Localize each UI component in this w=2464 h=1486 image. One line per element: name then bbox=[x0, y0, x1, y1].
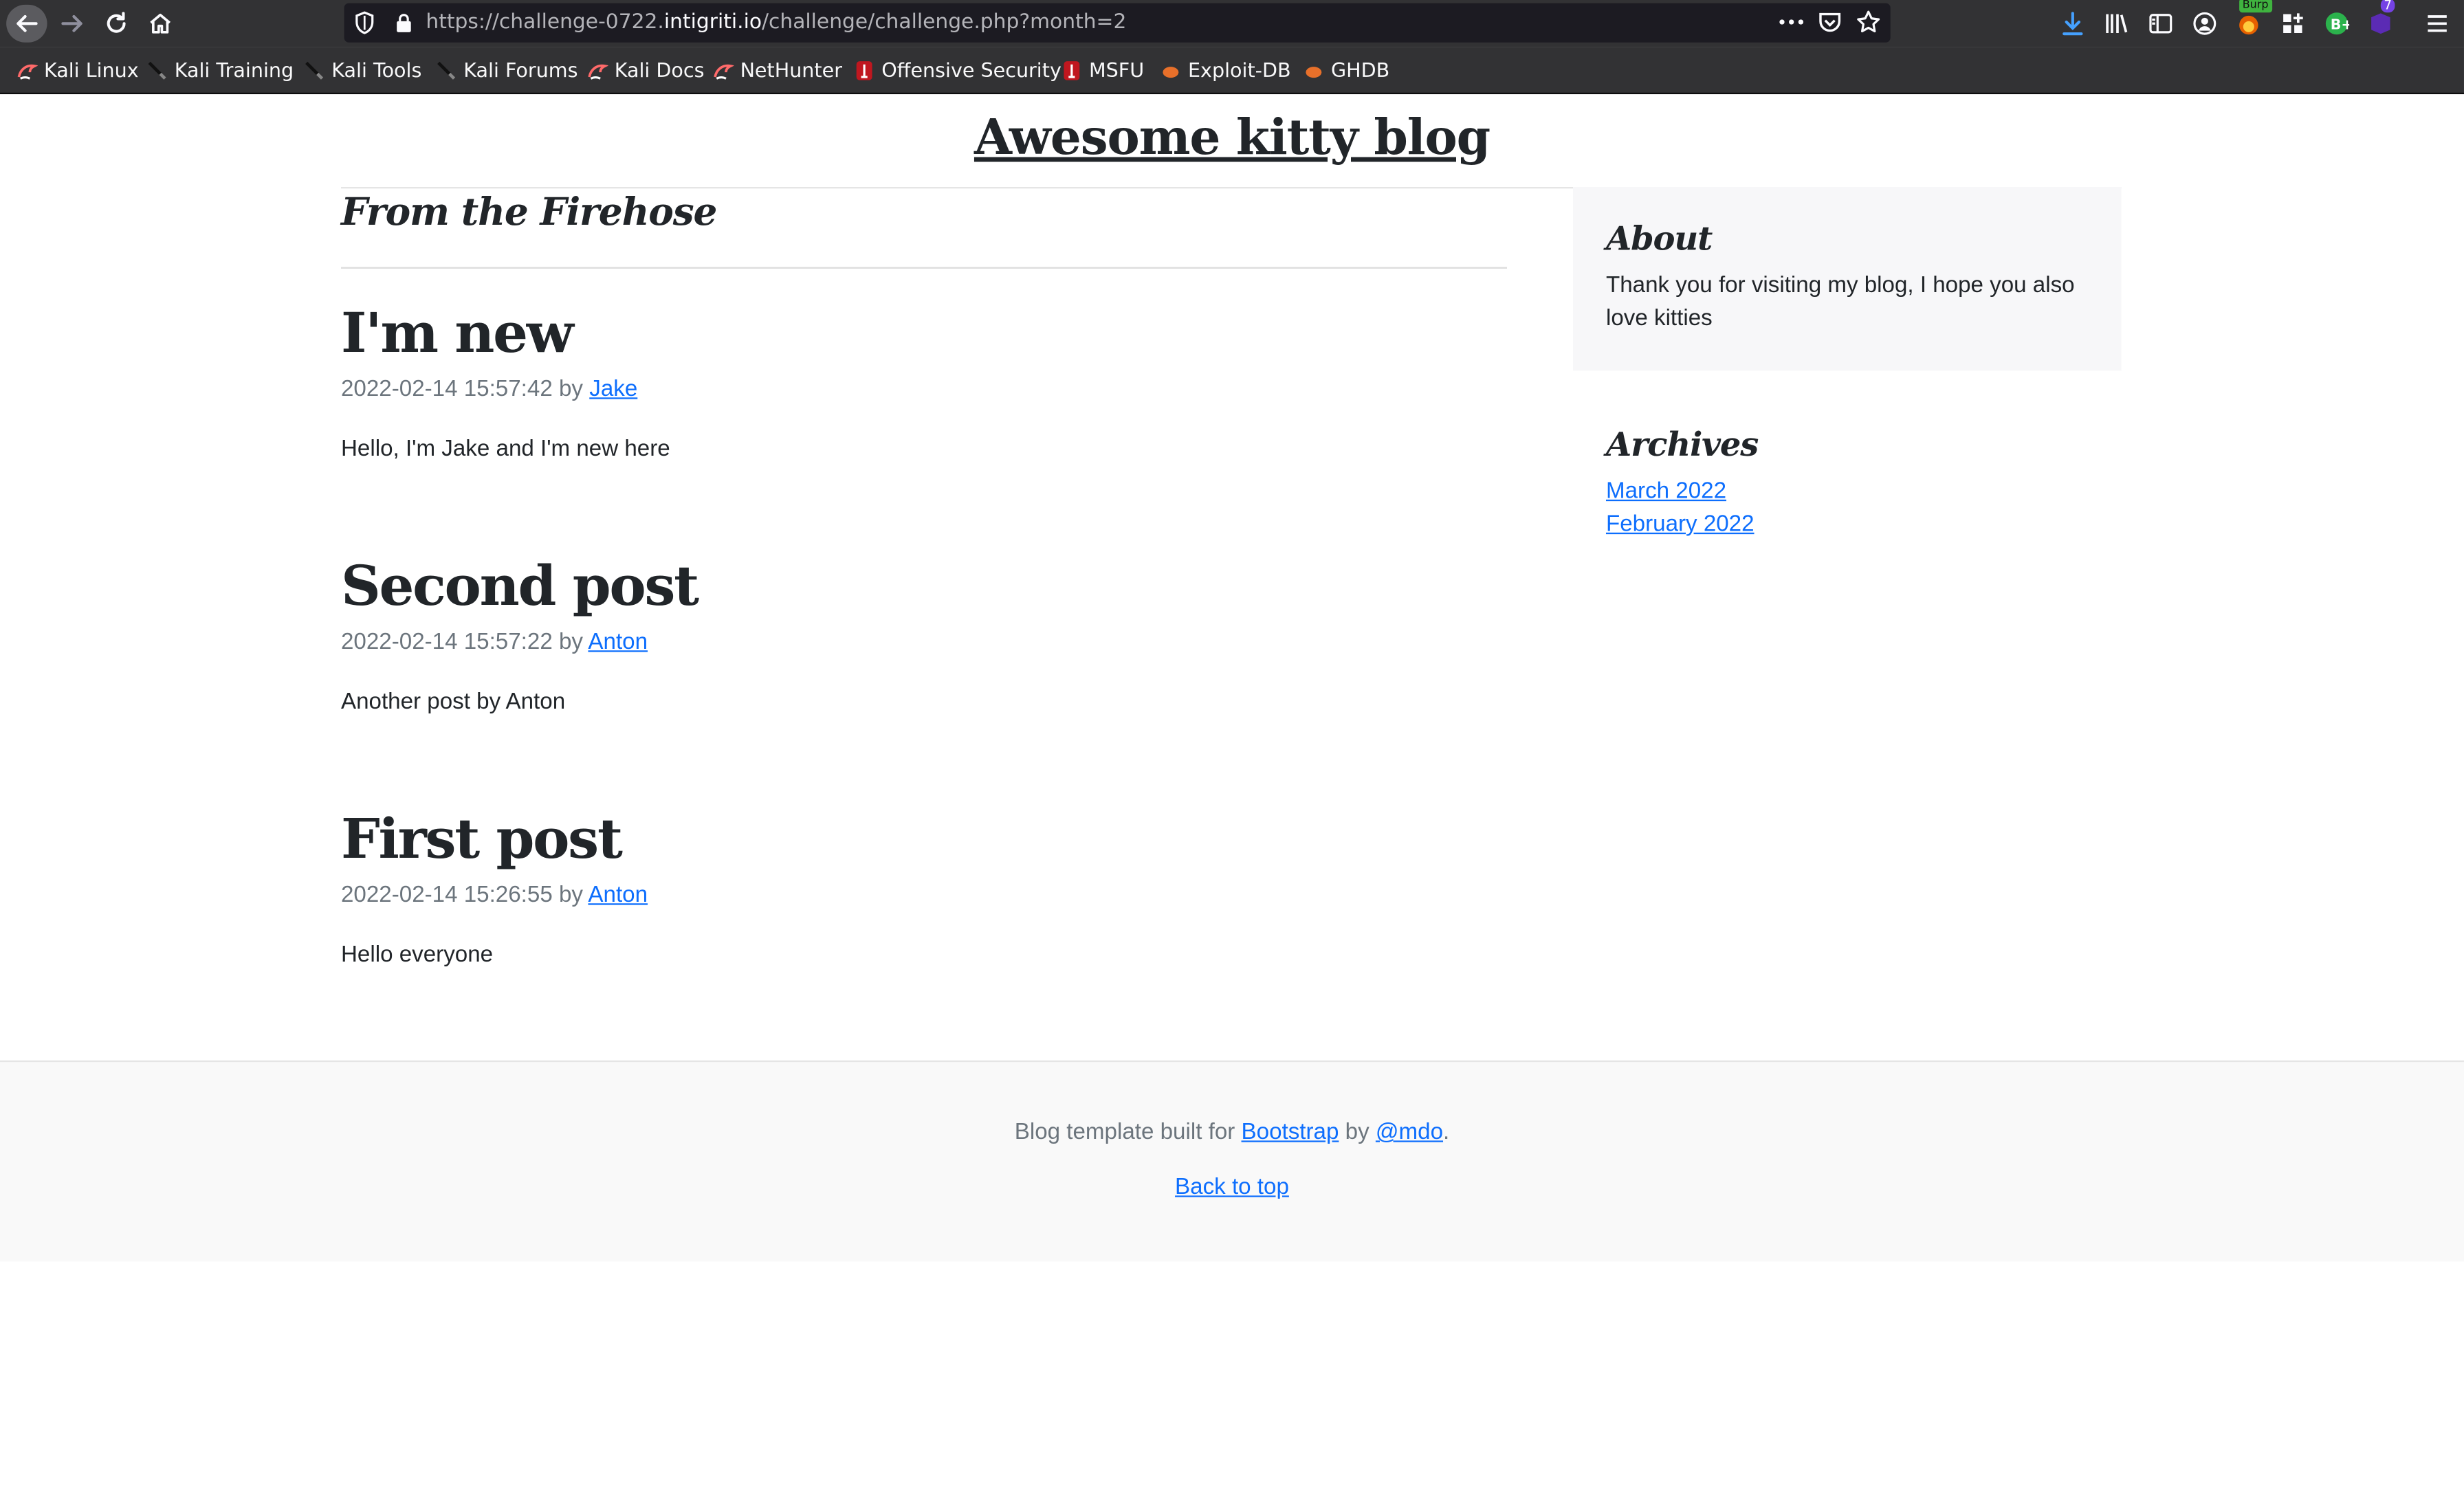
menu-button[interactable] bbox=[2421, 8, 2453, 39]
shield-icon[interactable] bbox=[353, 11, 375, 34]
account-icon bbox=[2193, 12, 2216, 35]
bookmark-exploit-db[interactable]: Exploit-DB bbox=[1160, 47, 1291, 93]
bookmark-kali-training[interactable]: Kali Training bbox=[146, 47, 294, 93]
arrow-left-icon bbox=[16, 14, 38, 32]
kali-dragon-icon bbox=[17, 63, 38, 79]
arrow-right-icon bbox=[61, 14, 82, 32]
burp-badge: Burp bbox=[2239, 0, 2272, 13]
footer-credit: Blog template built for Bootstrap by @md… bbox=[1014, 1120, 1450, 1146]
archives-heading: Archives bbox=[1605, 424, 1759, 464]
downloads-button[interactable] bbox=[2057, 8, 2089, 39]
extensions-grid-icon bbox=[2283, 13, 2303, 33]
sidebar-icon bbox=[2149, 14, 2172, 34]
offsec-icon bbox=[856, 60, 872, 80]
reload-icon bbox=[107, 12, 126, 33]
page-content: Awesome kitty blog From the Firehose I'm… bbox=[0, 94, 2464, 1486]
home-button[interactable] bbox=[140, 5, 180, 43]
post-meta: 2022-02-14 15:57:22 by Anton bbox=[341, 630, 648, 656]
kali-dragon-icon bbox=[714, 63, 734, 79]
post-date: 2022-02-14 15:26:55 bbox=[340, 883, 553, 909]
post-body: Another post by Anton bbox=[340, 689, 566, 715]
more-actions-icon[interactable] bbox=[1779, 17, 1804, 27]
post-body: Hello, I'm Jake and I'm new here bbox=[340, 436, 670, 462]
bookmarks-toolbar: Kali Linux Kali Training Kali Tools Kali… bbox=[0, 47, 2464, 95]
url-text[interactable]: https://challenge-0722.intigriti.io/chal… bbox=[426, 3, 1126, 43]
kali-dragon-icon bbox=[588, 63, 608, 79]
pocket-icon[interactable] bbox=[1818, 11, 1842, 33]
bootstrap-link[interactable]: Bootstrap bbox=[1242, 1120, 1339, 1146]
post-title: Second post bbox=[340, 554, 699, 619]
library-icon bbox=[2106, 14, 2128, 33]
post-title: I'm new bbox=[340, 301, 574, 366]
back-to-top-link[interactable]: Back to top bbox=[1175, 1175, 1289, 1201]
post-by-label: by bbox=[558, 883, 584, 909]
post-author-link[interactable]: Jake bbox=[589, 377, 637, 403]
burp-extension-button[interactable]: Burp bbox=[2233, 0, 2272, 39]
post-title: First post bbox=[340, 807, 623, 872]
bookmark-kali-tools[interactable]: Kali Tools bbox=[303, 47, 421, 93]
bookmark-ghdb[interactable]: GHDB bbox=[1303, 47, 1389, 93]
footer-back-to-top: Back to top bbox=[0, 1175, 2464, 1201]
site-title-link[interactable]: Awesome kitty blog bbox=[0, 110, 2464, 166]
bookmark-offensive-security[interactable]: Offensive Security bbox=[853, 47, 1062, 93]
post-by-label: by bbox=[558, 630, 584, 656]
browser-toolbar: https://challenge-0722.intigriti.io/chal… bbox=[0, 0, 2464, 47]
svg-text:B+: B+ bbox=[2331, 16, 2349, 32]
reload-button[interactable] bbox=[96, 5, 136, 43]
post-body: Hello everyone bbox=[340, 942, 494, 968]
kali-knife-icon bbox=[148, 60, 166, 79]
extension-count-badge: 7 bbox=[2380, 0, 2395, 13]
lock-icon[interactable] bbox=[395, 12, 413, 33]
bookmark-msfu[interactable]: MSFU bbox=[1061, 47, 1144, 93]
extensions-button[interactable] bbox=[2277, 8, 2309, 39]
archive-link-march-2022[interactable]: March 2022 bbox=[1606, 479, 1726, 504]
url-bar[interactable]: https://challenge-0722.intigriti.io/chal… bbox=[344, 3, 1891, 43]
post-date: 2022-02-14 15:57:42 bbox=[340, 377, 553, 403]
kali-knife-icon bbox=[437, 60, 456, 79]
offsec-icon bbox=[1064, 60, 1080, 80]
about-text: Thank you for visiting my blog, I hope y… bbox=[1605, 273, 2075, 332]
sidebar-button[interactable] bbox=[2145, 8, 2177, 39]
bookmark-kali-linux[interactable]: Kali Linux bbox=[16, 47, 139, 93]
extension-b-button[interactable]: B+ bbox=[2321, 8, 2353, 39]
about-heading: About bbox=[1605, 218, 1713, 258]
bookmark-kali-docs[interactable]: Kali Docs bbox=[586, 47, 704, 93]
kali-knife-icon bbox=[305, 60, 324, 79]
post-by-label: by bbox=[558, 377, 584, 403]
about-box: About Thank you for visiting my blog, I … bbox=[1572, 186, 2122, 371]
post-date: 2022-02-14 15:57:22 bbox=[340, 630, 553, 656]
post-author-link[interactable]: Anton bbox=[588, 883, 648, 909]
download-icon bbox=[2062, 12, 2083, 36]
exploit-db-bug-icon bbox=[1163, 65, 1179, 77]
archive-link-february-2022[interactable]: February 2022 bbox=[1606, 512, 1754, 537]
footer: Blog template built for Bootstrap by @md… bbox=[0, 1060, 2464, 1262]
mdo-link[interactable]: @mdo bbox=[1376, 1120, 1443, 1146]
section-heading: From the Firehose bbox=[340, 188, 717, 234]
back-button[interactable] bbox=[6, 4, 47, 43]
forward-button[interactable] bbox=[52, 5, 92, 43]
hackbar-icon bbox=[2371, 13, 2390, 34]
fox-icon bbox=[2239, 15, 2258, 35]
bookmark-kali-forums[interactable]: Kali Forums bbox=[435, 47, 578, 93]
bookmark-nethunter[interactable]: NetHunter bbox=[712, 47, 842, 93]
library-button[interactable] bbox=[2101, 8, 2133, 39]
bookmark-star-icon[interactable] bbox=[1856, 10, 1881, 35]
hamburger-menu-icon bbox=[2428, 15, 2447, 32]
section-divider bbox=[340, 267, 1507, 269]
post-author-link[interactable]: Anton bbox=[588, 630, 648, 656]
extension-hackbar-button[interactable]: 7 bbox=[2365, 0, 2397, 39]
extension-b-icon: B+ bbox=[2325, 12, 2349, 35]
post-meta: 2022-02-14 15:26:55 by Anton bbox=[341, 883, 648, 909]
post-meta: 2022-02-14 15:57:42 by Jake bbox=[341, 377, 637, 403]
account-button[interactable] bbox=[2189, 8, 2221, 39]
home-icon bbox=[150, 13, 171, 34]
exploit-db-bug-icon bbox=[1306, 65, 1322, 77]
